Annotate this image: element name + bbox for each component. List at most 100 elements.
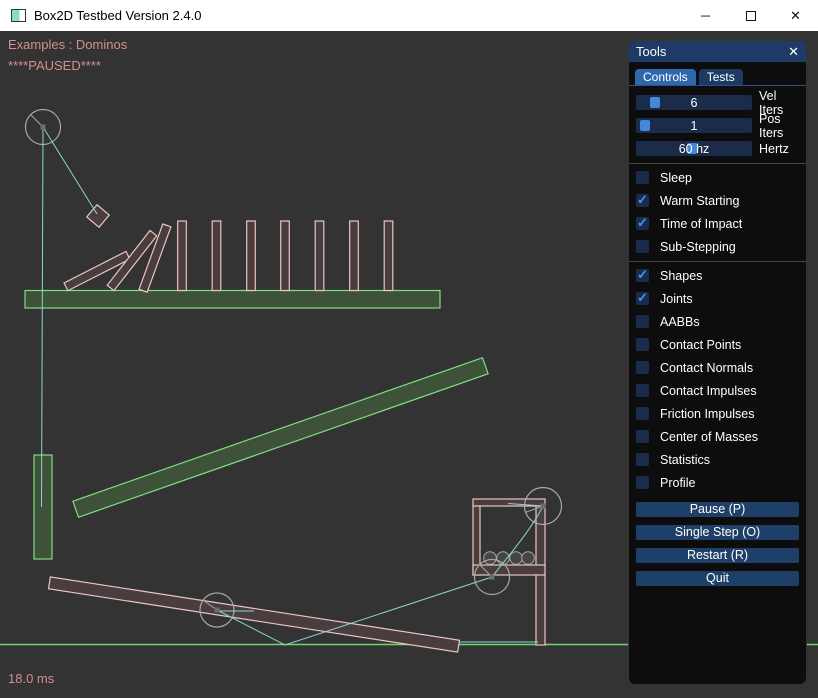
close-button[interactable]: ✕	[773, 0, 818, 31]
minimize-icon: ─	[701, 8, 710, 23]
domino-standing-4	[281, 221, 290, 291]
shelf-ball-1	[484, 552, 497, 565]
warm-starting-checkbox[interactable]	[636, 194, 649, 207]
domino-standing-3	[247, 221, 256, 291]
contact-normals-checkbox[interactable]	[636, 361, 649, 374]
separator	[629, 163, 806, 164]
seesaw-plank	[49, 577, 460, 652]
checkbox-row-friction-impulses: Friction Impulses	[636, 402, 799, 425]
checkbox-label: Statistics	[660, 453, 710, 467]
separator	[629, 261, 806, 262]
checkbox-label: Sleep	[660, 171, 692, 185]
sub-stepping-checkbox[interactable]	[636, 240, 649, 253]
joint-anchor	[41, 125, 46, 130]
example-label: Examples : Dominos	[8, 37, 127, 52]
checkbox-row-aabbs: AABBs	[636, 310, 799, 333]
paused-label: ****PAUSED****	[8, 58, 101, 73]
slider-value: 1	[636, 118, 752, 133]
contact-points-checkbox[interactable]	[636, 338, 649, 351]
window-controls: ─ ✕	[683, 0, 818, 31]
checkbox-row-sleep: Sleep	[636, 166, 799, 189]
domino-standing-6	[350, 221, 359, 291]
checkbox-row-time-of-impact: Time of Impact	[636, 212, 799, 235]
window-title: Box2D Testbed Version 2.4.0	[34, 8, 201, 23]
close-icon: ✕	[790, 8, 801, 24]
checkbox-label: Shapes	[660, 269, 702, 283]
checkbox-label: Profile	[660, 476, 695, 490]
frame-time-label: 18.0 ms	[8, 671, 54, 686]
tools-titlebar[interactable]: Tools ✕	[629, 41, 806, 62]
restart-button[interactable]: Restart (R)	[636, 548, 799, 563]
joints-checkbox[interactable]	[636, 292, 649, 305]
checkbox-row-center-of-masses: Center of Masses	[636, 425, 799, 448]
domino-standing-7	[384, 221, 393, 291]
slider-value: 60 hz	[636, 141, 752, 156]
joint-anchor	[541, 504, 546, 509]
checkbox-row-profile: Profile	[636, 471, 799, 494]
checkbox-label: Contact Normals	[660, 361, 753, 375]
app-icon	[11, 9, 26, 22]
checkbox-row-contact-impulses: Contact Impulses	[636, 379, 799, 402]
pause-button[interactable]: Pause (P)	[636, 502, 799, 517]
tools-tabbar: Controls Tests	[629, 62, 806, 86]
window-titlebar: Box2D Testbed Version 2.4.0 ─ ✕	[0, 0, 818, 31]
tools-body: 6 Vel Iters 1 Pos Iters 60 hz Hertz Slee…	[629, 86, 806, 586]
checkbox-row-shapes: Shapes	[636, 264, 799, 287]
shelf-ball-3	[510, 552, 523, 565]
minimize-button[interactable]: ─	[683, 0, 728, 31]
checkbox-row-contact-normals: Contact Normals	[636, 356, 799, 379]
sleep-checkbox[interactable]	[636, 171, 649, 184]
checkbox-label: Center of Masses	[660, 430, 758, 444]
checkbox-label: Contact Impulses	[660, 384, 757, 398]
checkbox-row-warm-starting: Warm Starting	[636, 189, 799, 212]
checkbox-label: Sub-Stepping	[660, 240, 736, 254]
checkbox-label: Warm Starting	[660, 194, 739, 208]
vel-iters-slider[interactable]: 6	[636, 95, 752, 110]
tab-controls[interactable]: Controls	[635, 69, 696, 85]
tools-title: Tools	[636, 44, 666, 59]
shapes-checkbox[interactable]	[636, 269, 649, 282]
checkbox-row-sub-stepping: Sub-Stepping	[636, 235, 799, 258]
joint-line-vertical	[42, 127, 44, 507]
center-of-masses-checkbox[interactable]	[636, 430, 649, 443]
checkbox-label: AABBs	[660, 315, 700, 329]
time-of-impact-checkbox[interactable]	[636, 217, 649, 230]
statistics-checkbox[interactable]	[636, 453, 649, 466]
hertz-slider[interactable]: 60 hz	[636, 141, 752, 156]
green-ramp-plank	[73, 358, 488, 517]
domino-standing-1	[178, 221, 187, 291]
aabbs-checkbox[interactable]	[636, 315, 649, 328]
profile-checkbox[interactable]	[636, 476, 649, 489]
pos-iters-row: 1 Pos Iters	[636, 114, 799, 137]
friction-impulses-checkbox[interactable]	[636, 407, 649, 420]
checkbox-label: Time of Impact	[660, 217, 742, 231]
hertz-row: 60 hz Hertz	[636, 137, 799, 160]
pendulum-box	[87, 205, 110, 228]
checkbox-row-joints: Joints	[636, 287, 799, 310]
pos-iters-slider[interactable]: 1	[636, 118, 752, 133]
checkbox-label: Friction Impulses	[660, 407, 754, 421]
joint-anchor	[490, 575, 495, 580]
single-step-button[interactable]: Single Step (O)	[636, 525, 799, 540]
tab-tests[interactable]: Tests	[699, 69, 743, 85]
checkbox-row-statistics: Statistics	[636, 448, 799, 471]
joint-line-pendulum	[43, 127, 97, 214]
joint-anchor	[215, 608, 220, 613]
checkbox-label: Joints	[660, 292, 693, 306]
contact-impulses-checkbox[interactable]	[636, 384, 649, 397]
slider-label: Hertz	[759, 142, 789, 156]
tools-panel: Tools ✕ Controls Tests 6 Vel Iters 1 Pos…	[628, 40, 807, 685]
shelf-ball-4	[522, 552, 535, 565]
domino-standing-5	[315, 221, 324, 291]
maximize-icon	[746, 11, 756, 21]
slider-value: 6	[636, 95, 752, 110]
slider-label: Pos Iters	[759, 112, 799, 140]
quit-button[interactable]: Quit	[636, 571, 799, 586]
maximize-button[interactable]	[728, 0, 773, 31]
domino-standing-2	[212, 221, 221, 291]
checkbox-label: Contact Points	[660, 338, 741, 352]
tools-close-icon[interactable]: ✕	[788, 45, 799, 58]
domino-platform	[25, 291, 440, 309]
checkbox-row-contact-points: Contact Points	[636, 333, 799, 356]
green-vertical-block	[34, 455, 52, 559]
